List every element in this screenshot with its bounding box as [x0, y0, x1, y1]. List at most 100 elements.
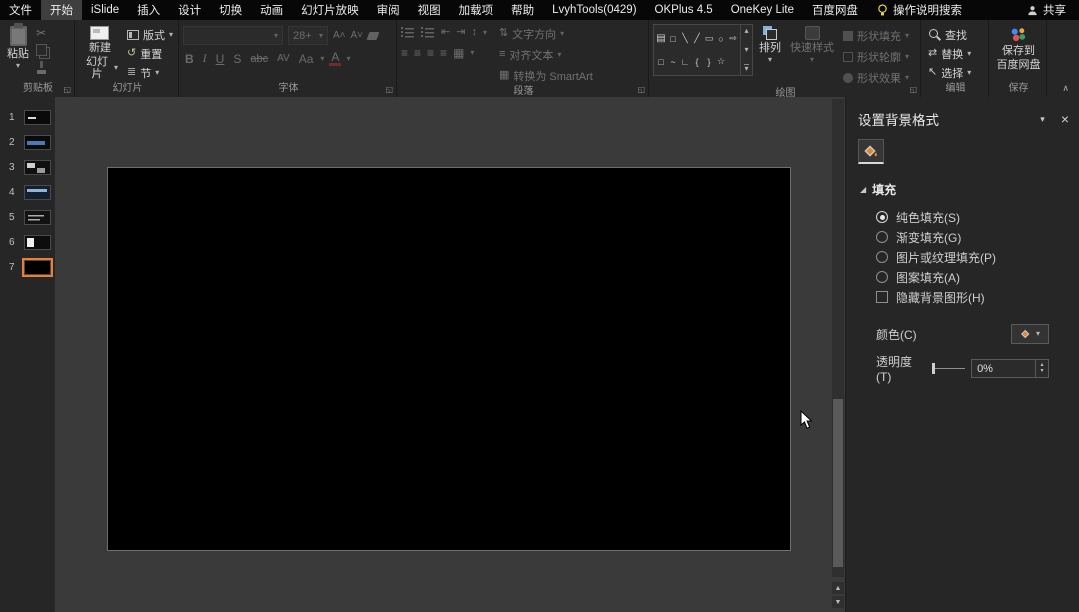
tab-okplus[interactable]: OKPlus 4.5 [646, 0, 722, 20]
new-slide-button[interactable]: 新建 幻灯片 [79, 24, 121, 82]
text-direction-button[interactable]: 文字方向 [496, 24, 596, 43]
next-slide-button[interactable]: ▼ [832, 596, 844, 608]
tab-add-ins[interactable]: 加载项 [450, 0, 503, 20]
slide-thumb-row-4[interactable]: 4 [0, 180, 55, 205]
gallery-more-icon[interactable] [744, 64, 748, 73]
format-painter-icon[interactable] [35, 61, 47, 74]
shape-fill-button[interactable]: 形状填充 [840, 26, 912, 45]
share-button[interactable]: 共享 [1014, 0, 1079, 20]
radio-button[interactable] [876, 271, 888, 283]
slide-thumb-row-7[interactable]: 7 [0, 255, 55, 280]
radio-button[interactable] [876, 211, 888, 223]
slide-thumbnail[interactable] [24, 110, 51, 125]
align-left-icon[interactable] [401, 47, 408, 59]
cut-icon[interactable] [36, 27, 46, 39]
justify-icon[interactable] [440, 47, 447, 59]
align-center-icon[interactable] [414, 47, 421, 59]
slide-thumbnail[interactable] [24, 235, 51, 250]
drawing-dialog-launcher[interactable] [909, 86, 917, 94]
tab-slide-show[interactable]: 幻灯片放映 [292, 0, 368, 20]
fill-option-solid[interactable]: 纯色填充(S) [846, 207, 1079, 227]
tab-home[interactable]: 开始 [41, 0, 82, 20]
tab-file[interactable]: 文件 [0, 0, 41, 20]
checkbox[interactable] [876, 291, 888, 303]
tab-onekey-lite[interactable]: OneKey Lite [722, 0, 803, 20]
shape-rect2-icon[interactable]: ▭ [703, 27, 715, 50]
shape-brace-left-icon[interactable]: { [691, 50, 703, 73]
fill-color-button[interactable] [1011, 324, 1049, 344]
text-shadow-button[interactable]: S [231, 52, 243, 66]
tab-view[interactable]: 视图 [409, 0, 450, 20]
slide-thumb-row-6[interactable]: 6 [0, 230, 55, 255]
tab-lvyhtools[interactable]: LvyhTools(0429) [543, 0, 645, 20]
increase-indent-icon[interactable] [456, 27, 465, 38]
previous-slide-button[interactable]: ▲ [832, 582, 844, 594]
slide-thumb-row-2[interactable]: 2 [0, 130, 55, 155]
character-spacing-button[interactable]: AV [275, 53, 292, 64]
change-case-button[interactable]: Aa [297, 52, 316, 66]
tab-animations[interactable]: 动画 [251, 0, 292, 20]
shape-rect3-icon[interactable]: □ [655, 50, 667, 73]
tab-baidu-netdisk[interactable]: 百度网盘 [803, 0, 867, 20]
slide-thumbnail[interactable] [24, 160, 51, 175]
strikethrough-button[interactable]: abc [248, 53, 270, 65]
section-button[interactable]: 节 [124, 63, 176, 82]
quick-styles-button[interactable]: 快速样式 [787, 24, 837, 66]
slide-thumbnail[interactable] [24, 135, 51, 150]
slide-thumbnail[interactable] [24, 185, 51, 200]
shape-oval-icon[interactable]: ○ [715, 27, 727, 50]
line-spacing-icon[interactable] [471, 27, 477, 38]
slide-thumb-row-3[interactable]: 3 [0, 155, 55, 180]
spinner-down-icon[interactable] [1040, 369, 1043, 374]
fill-option-picture-texture[interactable]: 图片或纹理填充(P) [846, 247, 1079, 267]
panel-close-button[interactable] [1061, 113, 1069, 125]
hide-background-graphics-option[interactable]: 隐藏背景图形(H) [846, 287, 1079, 307]
select-button[interactable]: 选择 [925, 63, 974, 82]
tab-transitions[interactable]: 切换 [210, 0, 251, 20]
tab-insert[interactable]: 插入 [128, 0, 169, 20]
tab-help[interactable]: 帮助 [502, 0, 543, 20]
panel-menu-caret-icon[interactable] [1040, 115, 1045, 124]
decrease-indent-icon[interactable] [441, 27, 450, 38]
numbering-icon[interactable] [421, 27, 435, 38]
slide-thumbnail[interactable] [24, 210, 51, 225]
clear-formatting-icon[interactable] [367, 32, 380, 40]
shape-brace-right-icon[interactable]: } [703, 50, 715, 73]
fill-option-gradient[interactable]: 渐变填充(G) [846, 227, 1079, 247]
slide-thumb-row-1[interactable]: 1 [0, 105, 55, 130]
shrink-font-icon[interactable] [351, 31, 364, 41]
shape-curve-icon[interactable]: ~ [667, 50, 679, 73]
tab-design[interactable]: 设计 [169, 0, 210, 20]
collapse-ribbon-button[interactable] [1062, 84, 1069, 93]
align-text-button[interactable]: 对齐文本 [496, 45, 596, 64]
shape-arrow-icon[interactable]: ⇨ [727, 27, 739, 50]
columns-icon[interactable] [453, 47, 464, 59]
tell-me-search[interactable]: 操作说明搜索 [867, 0, 972, 20]
shape-star-icon[interactable]: ☆ [715, 50, 727, 73]
fill-option-pattern[interactable]: 图案填充(A) [846, 267, 1079, 287]
scrollbar-thumb[interactable] [833, 399, 843, 567]
shape-rectangle-icon[interactable]: □ [667, 27, 679, 50]
underline-button[interactable]: U [214, 52, 227, 66]
shape-angle-icon[interactable]: ∟ [679, 50, 691, 73]
tab-islide[interactable]: iSlide [82, 0, 128, 20]
shape-line2-icon[interactable]: ╱ [691, 27, 703, 50]
arrange-button[interactable]: 排列 [756, 24, 784, 66]
font-color-button[interactable]: A [329, 52, 341, 66]
align-right-icon[interactable] [427, 47, 434, 59]
fill-tab-button[interactable] [858, 139, 884, 164]
shape-line-icon[interactable]: ╲ [679, 27, 691, 50]
shape-textbox-icon[interactable]: ▤ [655, 27, 667, 50]
radio-button[interactable] [876, 251, 888, 263]
shapes-gallery[interactable]: ▤ □ ╲ ╱ ▭ ○ ⇨ □ ~ ∟ { } ☆ [653, 24, 753, 76]
transparency-input[interactable]: 0% [971, 359, 1049, 378]
copy-icon[interactable] [36, 44, 47, 56]
shape-effects-button[interactable]: 形状效果 [840, 68, 912, 87]
slide-thumb-row-5[interactable]: 5 [0, 205, 55, 230]
replace-button[interactable]: 替换 [925, 44, 974, 63]
paragraph-dialog-launcher[interactable] [637, 86, 645, 94]
font-dialog-launcher[interactable] [385, 86, 393, 94]
find-button[interactable]: 查找 [925, 25, 974, 44]
gallery-scroll-up-icon[interactable] [744, 27, 748, 35]
clipboard-dialog-launcher[interactable] [63, 86, 71, 94]
